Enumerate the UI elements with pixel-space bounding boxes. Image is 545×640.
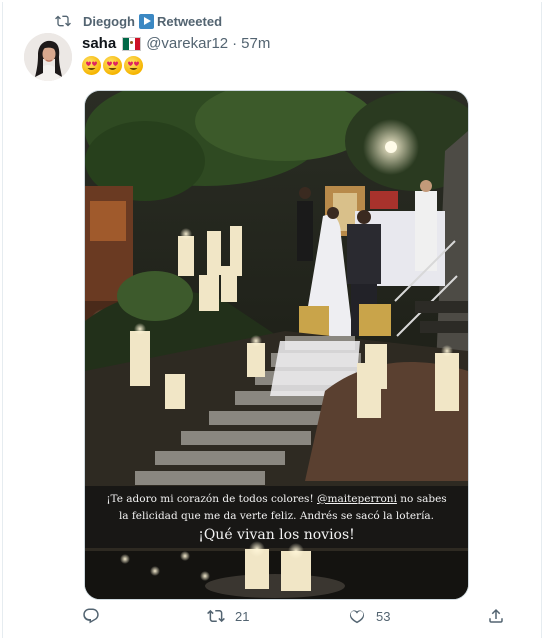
- caption-text-1: ¡Te adoro mi corazón de todos colores!: [106, 493, 317, 505]
- caption-text-3: ¡Qué vivan los novios!: [198, 527, 355, 543]
- heart-eyes-emoji-icon: [82, 56, 101, 75]
- like-button[interactable]: 53: [348, 607, 390, 625]
- tweet-media-photo[interactable]: ¡Te adoro mi corazón de todos colores! @…: [84, 90, 469, 600]
- separator-dot: ·: [232, 35, 238, 52]
- retweet-button[interactable]: 21: [207, 607, 249, 625]
- share-icon: [489, 608, 503, 623]
- retweet-count: 21: [235, 608, 250, 624]
- caption-text-1-rest: no sabes: [396, 493, 447, 505]
- tweet-timestamp[interactable]: 57m: [241, 35, 270, 52]
- retweeter-name[interactable]: Diegogh: [83, 14, 135, 29]
- caption-text-2: la felicidad que me da verte feliz. Andr…: [118, 510, 435, 522]
- tweet-header: saha @varekar12 · 57m: [82, 35, 270, 52]
- reply-button[interactable]: [82, 607, 100, 625]
- tweet-text: [82, 56, 143, 75]
- retweet-icon: [55, 15, 71, 27]
- author-name[interactable]: saha: [82, 35, 116, 52]
- heart-eyes-emoji-icon: [124, 56, 143, 75]
- reply-icon: [83, 608, 99, 624]
- avatar-photo: [24, 33, 72, 81]
- media-caption: ¡Te adoro mi corazón de todos colores! @…: [85, 491, 468, 525]
- play-emoji-icon: [139, 13, 154, 29]
- mexico-flag-icon: [122, 36, 142, 51]
- retweet-icon: [207, 609, 225, 623]
- tweet-actions: 21 53: [82, 607, 512, 637]
- like-count: 53: [376, 608, 391, 624]
- heart-icon: [349, 610, 365, 624]
- tweet-card[interactable]: Diegogh Retweeted saha @varekar12 · 57m: [2, 2, 542, 638]
- caption-mention: @maiteperroni: [317, 493, 397, 505]
- retweet-context: Diegogh Retweeted: [55, 12, 222, 30]
- author-handle[interactable]: @varekar12: [146, 35, 228, 52]
- heart-eyes-emoji-icon: [103, 56, 122, 75]
- retweeted-label: Retweeted: [157, 13, 223, 29]
- avatar[interactable]: [24, 33, 72, 81]
- share-button[interactable]: [487, 607, 505, 625]
